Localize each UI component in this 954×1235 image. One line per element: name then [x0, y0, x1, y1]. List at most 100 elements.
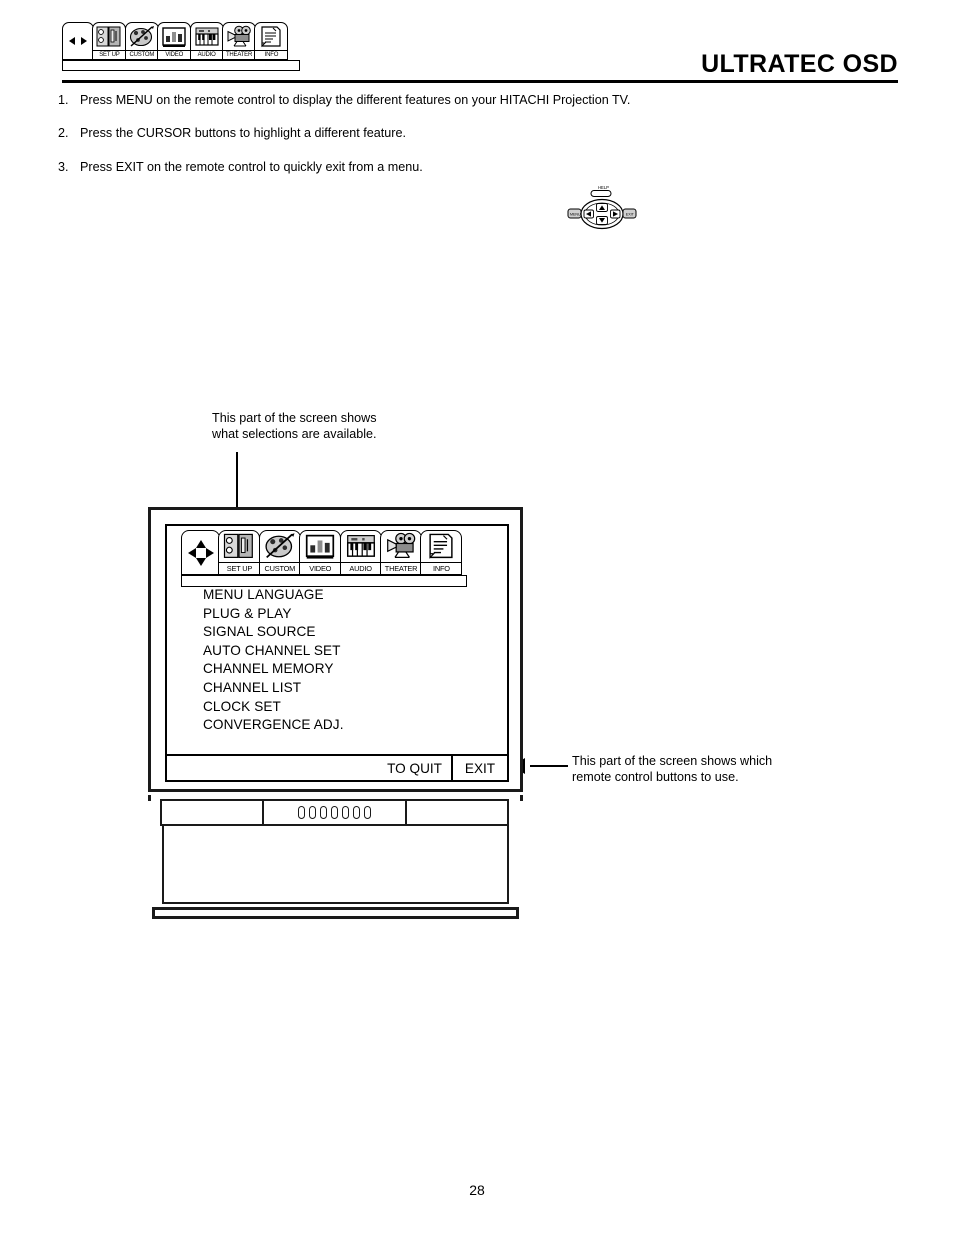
osd-tab-label: SET UP [219, 562, 260, 574]
tv-control-buttons[interactable] [261, 799, 408, 826]
step-3-text: Press EXIT on the remote control to quic… [80, 160, 423, 174]
osd-footer-bar: TO QUIT EXIT [167, 754, 507, 780]
step-3-number: 3. [58, 160, 69, 174]
header-tab-arrows[interactable] [62, 22, 94, 60]
osd-exit-button[interactable]: EXIT [451, 756, 507, 780]
osd-tab-cursor[interactable] [181, 530, 220, 575]
step-2-text: Press the CURSOR buttons to highlight a … [80, 126, 406, 140]
four-way-cursor-icon [182, 531, 219, 574]
header-nav-tabbar: SET UP CUSTOM VIDEO AUDIO THEATER INFO [62, 22, 300, 71]
right-arrow-icon [81, 37, 87, 45]
osd-tab-info[interactable]: INFO [420, 530, 463, 575]
tv-control-button[interactable] [330, 806, 338, 819]
osd-menu-item[interactable]: CHANNEL LIST [203, 679, 507, 698]
custom-palette-icon [126, 23, 158, 50]
osd-tab-label: THEATER [381, 562, 422, 574]
header-tab-label: INFO [255, 50, 288, 59]
step-1: 1. Press MENU on the remote control to di… [58, 93, 630, 108]
info-document-icon [421, 531, 461, 562]
header-tab-theater[interactable]: THEATER [222, 22, 257, 60]
tv-control-strip-right [405, 799, 509, 826]
callout-selections-line2: what selections are available. [212, 426, 377, 441]
osd-tab-theater[interactable]: THEATER [380, 530, 423, 575]
page-title: ULTRATEC OSD [701, 50, 898, 78]
tv-base [152, 907, 519, 919]
callout-selections-leader-line [236, 452, 239, 515]
tv-control-button[interactable] [308, 806, 316, 819]
audio-keyboard-icon [191, 23, 223, 50]
remote-exit-label: EXIT [626, 212, 635, 216]
tv-control-button[interactable] [363, 806, 371, 819]
osd-menu-item[interactable]: CHANNEL MEMORY [203, 660, 507, 679]
setup-icon [219, 531, 259, 562]
tv-control-strip [159, 799, 509, 826]
header-tab-label: VIDEO [158, 50, 191, 59]
header-tab-audio[interactable]: AUDIO [189, 22, 224, 60]
osd-tabstrip: SET UP CUSTOM VIDEO AUDIO THEATER INFO [181, 530, 507, 575]
osd-tab-custom[interactable]: CUSTOM [258, 530, 301, 575]
callout-remote-buttons: This part of the screen shows which remo… [572, 754, 772, 785]
osd-menu-item[interactable]: CONVERGENCE ADJ. [203, 716, 507, 735]
header-tabstrip: SET UP CUSTOM VIDEO AUDIO THEATER INFO [62, 22, 300, 60]
callout-remote-buttons-line2: remote control buttons to use. [572, 769, 739, 784]
theater-projector-icon [381, 531, 421, 562]
page-number: 28 [469, 1182, 485, 1198]
audio-keyboard-icon [341, 531, 381, 562]
remote-help-label: HELP [598, 185, 609, 190]
video-monitor-icon [300, 531, 340, 562]
remote-control-diagram: HELP MENU EXIT [566, 182, 662, 234]
header-tab-label: SET UP [93, 50, 126, 59]
tv-control-strip-left [159, 799, 264, 826]
custom-palette-icon [260, 531, 300, 562]
osd-menu-item[interactable]: PLUG & PLAY [203, 605, 507, 624]
osd-menu-item[interactable]: AUTO CHANNEL SET [203, 642, 507, 661]
osd-menu-list: MENU LANGUAGE PLUG & PLAY SIGNAL SOURCE … [167, 578, 507, 754]
up-arrow-icon [195, 539, 206, 548]
osd-tab-label: INFO [421, 562, 462, 574]
osd-tab-label: AUDIO [340, 562, 381, 574]
osd-tab-video[interactable]: VIDEO [299, 530, 342, 575]
tv-control-button[interactable] [319, 806, 327, 819]
header-tabbar-underbar [62, 60, 300, 71]
tv-control-button[interactable] [297, 806, 305, 819]
osd-tabbar: SET UP CUSTOM VIDEO AUDIO THEATER INFO [167, 526, 507, 587]
osd-menu-item[interactable]: CLOCK SET [203, 698, 507, 717]
info-document-icon [255, 23, 287, 50]
tv-control-button[interactable] [341, 806, 349, 819]
projection-tv-illustration: SET UP CUSTOM VIDEO AUDIO THEATER INFO M… [148, 507, 523, 919]
step-2: 2. Press the CURSOR buttons to highlight … [58, 126, 406, 141]
tv-screen-bezel: SET UP CUSTOM VIDEO AUDIO THEATER INFO M… [148, 507, 523, 792]
header-tab-custom[interactable]: CUSTOM [124, 22, 159, 60]
header-tab-label: CUSTOM [125, 50, 158, 59]
osd-menu-window: SET UP CUSTOM VIDEO AUDIO THEATER INFO M… [165, 524, 509, 782]
left-right-arrows-icon [63, 23, 93, 59]
osd-to-quit-label: TO QUIT [387, 760, 442, 776]
header-tab-setup[interactable]: SET UP [92, 22, 127, 60]
header-tab-video[interactable]: VIDEO [157, 22, 192, 60]
left-arrow-icon [69, 37, 75, 45]
callout-remote-buttons-line1: This part of the screen shows which [572, 754, 773, 768]
setup-icon [93, 23, 125, 50]
header-tab-label: AUDIO [190, 50, 223, 59]
osd-menu-item[interactable]: MENU LANGUAGE [203, 586, 507, 605]
theater-projector-icon [223, 23, 255, 50]
osd-tabbar-underbar [181, 575, 467, 587]
osd-tab-label: CUSTOM [259, 562, 300, 574]
callout-remote-buttons-leader-line [530, 765, 568, 768]
step-1-number: 1. [58, 93, 69, 107]
header-tab-info[interactable]: INFO [254, 22, 289, 60]
right-arrow-icon [205, 547, 214, 558]
header-tab-label: THEATER [223, 50, 256, 59]
osd-tab-label: VIDEO [300, 562, 341, 574]
remote-menu-label: MENU [570, 212, 581, 216]
callout-selections-line1: This part of the screen shows [212, 411, 377, 425]
osd-tab-setup[interactable]: SET UP [218, 530, 261, 575]
step-2-number: 2. [58, 126, 69, 140]
osd-tab-audio[interactable]: AUDIO [339, 530, 382, 575]
title-divider [62, 80, 898, 83]
tv-control-button[interactable] [352, 806, 360, 819]
left-arrow-icon [187, 547, 196, 558]
video-monitor-icon [158, 23, 190, 50]
osd-menu-item[interactable]: SIGNAL SOURCE [203, 623, 507, 642]
step-3: 3. Press EXIT on the remote control to qu… [58, 160, 423, 175]
